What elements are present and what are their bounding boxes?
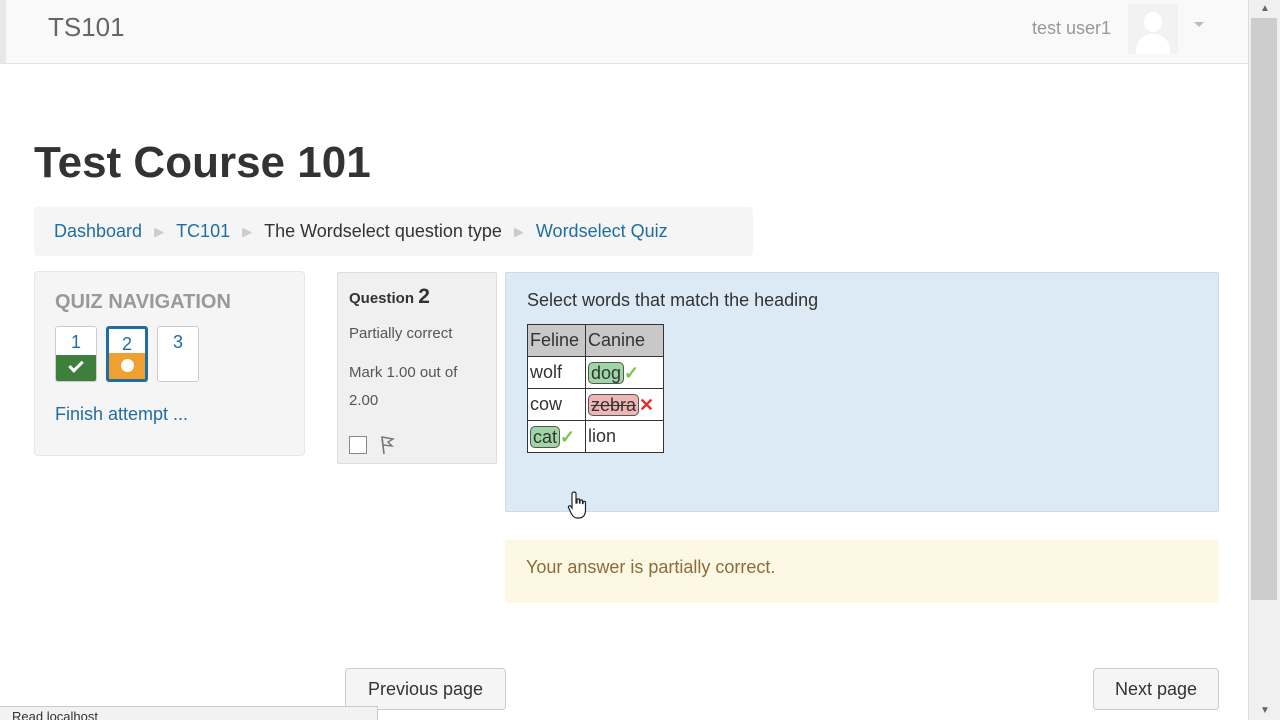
finish-attempt-link[interactable]: Finish attempt ... xyxy=(55,404,188,425)
quiz-nav-question-3[interactable]: 3 xyxy=(157,326,199,382)
word[interactable]: wolf xyxy=(530,362,562,382)
partial-dot-icon xyxy=(121,359,134,372)
question-label: Question xyxy=(349,290,415,307)
feedback-text: Your answer is partially correct. xyxy=(526,557,776,577)
question-state: Partially correct xyxy=(349,325,453,342)
incorrect-cross-icon: ✕ xyxy=(639,394,655,415)
table-cell: cat ✓ xyxy=(527,420,586,453)
question-number: Question 2 xyxy=(349,285,430,309)
scrollbar[interactable]: ▲ ▼ xyxy=(1248,0,1280,720)
breadcrumb-quiz[interactable]: Wordselect Quiz xyxy=(536,221,668,242)
quiz-navigation-block: QUIZ NAVIGATION 1 2 3 Finish attempt ... xyxy=(34,271,305,456)
breadcrumb-separator-icon: ▶ xyxy=(154,223,165,239)
wordselect-table: Feline Canine wolf dog ✓ cow zebra ✕ cat ✓ … xyxy=(527,324,664,453)
table-header-canine: Canine xyxy=(585,324,664,357)
avatar-torso xyxy=(1136,34,1170,54)
table-cell: zebra ✕ xyxy=(585,388,664,421)
question-number-value: 2 xyxy=(418,285,430,308)
quiz-nav-number: 1 xyxy=(70,332,81,352)
word[interactable]: lion xyxy=(588,426,616,446)
question-info-panel: Question 2 Partially correct Mark 1.00 o… xyxy=(337,272,497,464)
user-menu-caret-icon[interactable] xyxy=(1194,22,1204,27)
word[interactable]: cow xyxy=(530,394,562,414)
quiz-nav-question-2[interactable]: 2 xyxy=(106,326,148,382)
flag-icon[interactable] xyxy=(379,435,395,455)
scroll-up-arrow-icon[interactable]: ▲ xyxy=(1249,0,1280,18)
quiz-nav-question-1[interactable]: 1 xyxy=(55,326,97,382)
partial-state-indicator xyxy=(109,353,145,379)
question-grade: Mark 1.00 out of 2.00 xyxy=(349,364,458,409)
breadcrumb-dashboard[interactable]: Dashboard xyxy=(54,221,142,242)
flag-question-checkbox[interactable] xyxy=(349,436,367,454)
question-text: Select words that match the heading xyxy=(527,290,819,310)
navbar: TS101 test user1 xyxy=(0,0,1248,64)
table-cell: cow xyxy=(527,388,586,421)
table-row: cow zebra ✕ xyxy=(527,388,664,421)
scroll-down-arrow-icon[interactable]: ▼ xyxy=(1249,702,1280,720)
breadcrumb-separator-icon: ▶ xyxy=(242,223,253,239)
question-content: Select words that match the heading Feli… xyxy=(505,272,1219,512)
user-avatar[interactable] xyxy=(1128,4,1178,54)
quiz-nav-number: 3 xyxy=(172,332,183,352)
breadcrumb-separator-icon: ▶ xyxy=(513,223,524,239)
previous-page-button[interactable]: Previous page xyxy=(345,668,506,710)
next-page-button[interactable]: Next page xyxy=(1093,668,1219,710)
table-header-row: Feline Canine xyxy=(527,324,664,357)
correct-check-icon: ✓ xyxy=(624,362,640,383)
selected-word-correct[interactable]: dog xyxy=(588,361,625,384)
correct-state-indicator xyxy=(56,355,96,381)
table-cell: lion xyxy=(585,420,664,453)
correct-check-icon: ✓ xyxy=(560,426,576,447)
quiz-navigation-title: QUIZ NAVIGATION xyxy=(55,291,231,313)
table-row: cat ✓ lion xyxy=(527,420,664,453)
table-cell: wolf xyxy=(527,356,586,389)
selected-word-incorrect[interactable]: zebra xyxy=(588,393,640,416)
breadcrumb-course[interactable]: TC101 xyxy=(176,221,230,242)
check-icon xyxy=(68,357,84,373)
table-row: wolf dog ✓ xyxy=(527,356,664,389)
table-header-feline: Feline xyxy=(527,324,586,357)
scroll-thumb[interactable] xyxy=(1251,18,1277,600)
table-cell: dog ✓ xyxy=(585,356,664,389)
user-name[interactable]: test user1 xyxy=(1032,18,1111,39)
hand-cursor-icon xyxy=(567,491,587,519)
breadcrumb-section: The Wordselect question type xyxy=(264,221,502,241)
avatar-head xyxy=(1144,12,1162,32)
browser-status-bar: Read localhost xyxy=(0,706,378,720)
page-title: Test Course 101 xyxy=(34,138,371,187)
site-brand[interactable]: TS101 xyxy=(48,12,125,43)
breadcrumb: Dashboard ▶ TC101 ▶ The Wordselect quest… xyxy=(34,207,753,256)
feedback-panel: Your answer is partially correct. xyxy=(505,540,1219,603)
selected-word-correct[interactable]: cat xyxy=(530,425,561,448)
